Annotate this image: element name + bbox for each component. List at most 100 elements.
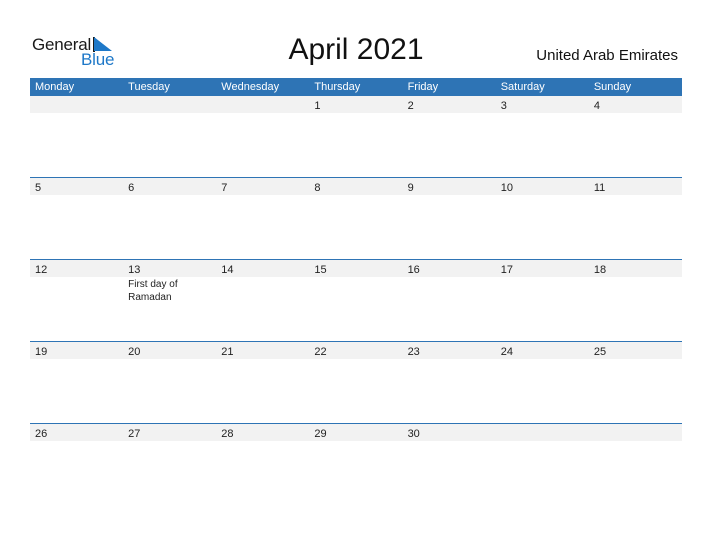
event-cell xyxy=(309,277,402,304)
holiday-event xyxy=(594,195,654,196)
holiday-event xyxy=(128,113,188,114)
event-cell xyxy=(309,441,402,442)
event-cell xyxy=(589,359,682,360)
calendar-grid: Monday Tuesday Wednesday Thursday Friday… xyxy=(30,78,682,505)
day-cell: 18 xyxy=(589,260,682,277)
day-number: 20 xyxy=(128,346,141,358)
date-number-row: 19 20 21 22 23 24 25 xyxy=(30,342,682,359)
day-cell: 30 xyxy=(403,424,496,441)
day-cell: 6 xyxy=(123,178,216,195)
day-number: 30 xyxy=(407,428,420,440)
day-number: 6 xyxy=(128,182,135,194)
holiday-event xyxy=(314,195,374,196)
event-cell xyxy=(309,359,402,360)
event-cell xyxy=(123,441,216,442)
event-cell xyxy=(496,359,589,360)
day-number: 27 xyxy=(128,428,141,440)
day-cell: 22 xyxy=(309,342,402,359)
weekday-friday: Friday xyxy=(407,81,439,93)
date-number-row: 12 13 14 15 16 17 18 xyxy=(30,260,682,277)
holiday-event: First day of Ramadan xyxy=(128,279,178,303)
day-number: 21 xyxy=(221,346,234,358)
day-cell: 1 xyxy=(309,96,402,113)
day-cell: 17 xyxy=(496,260,589,277)
holiday-event xyxy=(501,277,561,278)
holiday-event xyxy=(128,359,188,360)
day-number: 12 xyxy=(35,264,48,276)
holiday-event xyxy=(501,441,561,442)
holiday-event xyxy=(314,277,374,278)
holiday-event xyxy=(221,277,281,278)
event-cell xyxy=(496,441,589,442)
event-cell xyxy=(30,441,123,442)
holiday-event xyxy=(501,113,561,114)
day-cell: 8 xyxy=(309,178,402,195)
day-cell: 13 xyxy=(123,260,216,277)
day-cell: 15 xyxy=(309,260,402,277)
day-cell: 28 xyxy=(216,424,309,441)
day-number: 23 xyxy=(407,346,420,358)
event-cell xyxy=(403,441,496,442)
day-number: 9 xyxy=(407,182,414,194)
event-row xyxy=(30,195,682,196)
day-number: 7 xyxy=(221,182,228,194)
day-number: 15 xyxy=(314,264,327,276)
day-cell: 3 xyxy=(496,96,589,113)
event-cell xyxy=(30,359,123,360)
weekday-wednesday: Wednesday xyxy=(221,81,280,93)
day-cell: 7 xyxy=(216,178,309,195)
day-number: 8 xyxy=(314,182,321,194)
event-cell xyxy=(30,277,123,304)
day-cell xyxy=(216,96,309,113)
day-number: 3 xyxy=(500,100,507,112)
event-cell xyxy=(589,195,682,196)
day-cell xyxy=(496,424,589,441)
day-number: 13 xyxy=(128,264,141,276)
date-number-row: 26 27 28 29 30 xyxy=(30,424,682,441)
day-number: 11 xyxy=(593,182,606,194)
day-number: 26 xyxy=(35,428,48,440)
date-number-row: 1 2 3 4 xyxy=(30,96,682,113)
weekday-saturday: Saturday xyxy=(500,81,545,93)
weekday-sunday: Sunday xyxy=(593,81,632,93)
day-cell: 19 xyxy=(30,342,123,359)
holiday-event xyxy=(408,277,468,278)
holiday-event xyxy=(594,359,654,360)
holiday-event xyxy=(408,441,468,442)
day-cell: 20 xyxy=(123,342,216,359)
day-cell xyxy=(589,424,682,441)
event-cell xyxy=(309,195,402,196)
holiday-event xyxy=(35,113,95,114)
holiday-event xyxy=(408,113,468,114)
holiday-event xyxy=(128,195,188,196)
week-row: 5 6 7 8 9 10 11 xyxy=(30,177,682,259)
day-number: 25 xyxy=(593,346,607,358)
day-number: 24 xyxy=(500,346,513,358)
week-row: 26 27 28 29 30 xyxy=(30,423,682,505)
week-row: 12 13 14 15 16 17 18 First day of Ramadan xyxy=(30,259,682,341)
holiday-event xyxy=(221,113,281,114)
day-number: 16 xyxy=(407,264,420,276)
day-cell: 21 xyxy=(216,342,309,359)
day-cell xyxy=(30,96,123,113)
holiday-event xyxy=(314,113,374,114)
event-cell xyxy=(216,195,309,196)
event-cell xyxy=(309,113,402,114)
event-row xyxy=(30,113,682,114)
week-row: 1 2 3 4 xyxy=(30,96,682,177)
day-cell: 24 xyxy=(496,342,589,359)
day-number: 4 xyxy=(593,100,600,112)
day-cell: 10 xyxy=(496,178,589,195)
holiday-event xyxy=(128,441,188,442)
weekday-header: Monday Tuesday Wednesday Thursday Friday… xyxy=(30,78,682,96)
event-cell xyxy=(123,113,216,114)
event-row xyxy=(30,359,682,360)
event-row: First day of Ramadan xyxy=(30,277,682,304)
day-number: 19 xyxy=(35,346,48,358)
event-cell xyxy=(403,277,496,304)
day-number: 22 xyxy=(314,346,327,358)
event-cell xyxy=(216,359,309,360)
week-row: 19 20 21 22 23 24 25 xyxy=(30,341,682,423)
day-cell: 25 xyxy=(589,342,682,359)
day-cell: 27 xyxy=(123,424,216,441)
